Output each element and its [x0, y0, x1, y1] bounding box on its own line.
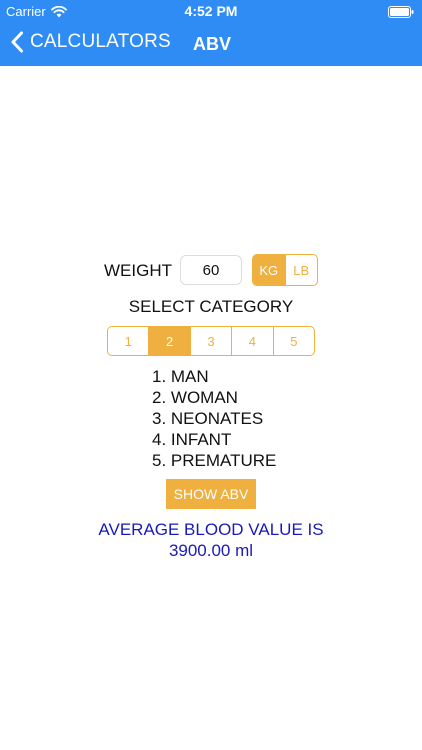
result-label: AVERAGE BLOOD VALUE IS: [98, 520, 324, 539]
unit-option-lb[interactable]: LB: [284, 255, 318, 285]
back-label: CALCULATORS: [30, 31, 171, 52]
category-option-4[interactable]: 4: [231, 327, 272, 355]
category-option-5[interactable]: 5: [272, 327, 314, 355]
category-selector: 1 2 3 4 5: [107, 326, 315, 356]
weight-input[interactable]: [180, 255, 242, 285]
show-abv-button[interactable]: SHOW ABV: [166, 479, 256, 509]
category-option-3[interactable]: 3: [189, 327, 231, 355]
top-bar: Carrier 4:52 PM CALCULATORS ABV: [0, 0, 422, 66]
category-list: 1. MAN 2. WOMAN 3. NEONATES 4. INFANT 5.…: [152, 366, 276, 471]
chevron-left-icon: [11, 31, 23, 53]
unit-option-kg[interactable]: KG: [253, 255, 285, 285]
page-title: ABV: [193, 34, 232, 54]
unit-selector: KG LB: [252, 254, 318, 286]
navigation-bar: CALCULATORS ABV: [0, 22, 422, 66]
category-option-1[interactable]: 1: [108, 327, 148, 355]
category-heading: SELECT CATEGORY: [128, 297, 294, 316]
status-bar: Carrier 4:52 PM: [0, 0, 422, 22]
list-item: 5. PREMATURE: [152, 451, 277, 470]
list-item: 4. INFANT: [152, 430, 232, 449]
list-item: 1. MAN: [152, 367, 209, 386]
category-option-2[interactable]: 2: [148, 327, 190, 355]
list-item: 3. NEONATES: [152, 409, 264, 428]
battery-icon: [388, 6, 414, 18]
status-time: 4:52 PM: [184, 3, 238, 19]
weight-label: WEIGHT: [104, 261, 172, 280]
list-item: 2. WOMAN: [152, 388, 238, 407]
back-button[interactable]: CALCULATORS: [10, 31, 171, 53]
result-value: 3900.00 ml: [168, 541, 254, 560]
